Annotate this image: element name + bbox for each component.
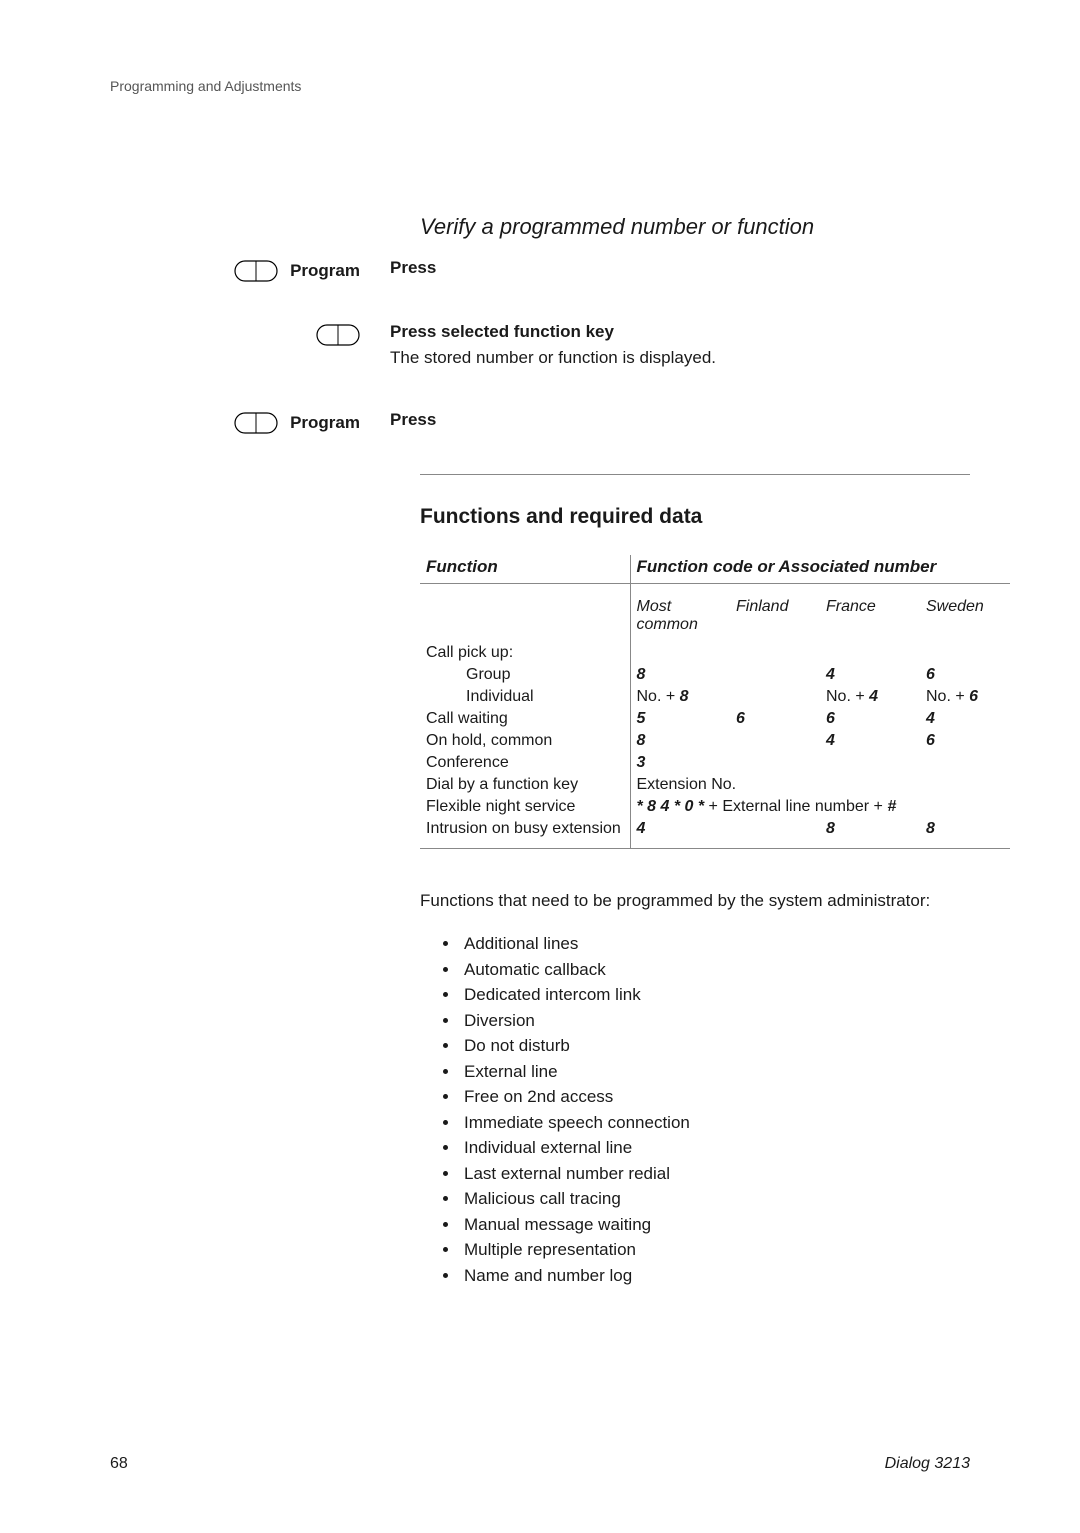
list-item: Dedicated intercom link — [460, 982, 970, 1008]
section-functions-title: Functions and required data — [420, 505, 970, 529]
code-val: 8 — [637, 732, 646, 749]
code-val: 6 — [826, 710, 835, 727]
subcol: Finland — [730, 583, 820, 642]
fn-label: Call pick up: — [420, 642, 630, 664]
verify-step: Press selected function key The stored n… — [110, 322, 970, 370]
fn-label: On hold, common — [420, 730, 630, 752]
table-row: On hold, common 8 4 6 — [420, 730, 1010, 752]
table-row: Individual No. + 8 No. + 4 No. + 6 — [420, 686, 1010, 708]
list-item: Immediate speech connection — [460, 1110, 970, 1136]
code-val: 6 — [926, 732, 935, 749]
step-right: Press — [390, 410, 970, 430]
table-row: Group 8 4 6 — [420, 664, 1010, 686]
section-verify-title: Verify a programmed number or function — [420, 214, 970, 240]
fn-label: Group — [420, 664, 630, 686]
table-row: Call waiting 5 6 6 4 — [420, 708, 1010, 730]
key-label: Program — [290, 413, 360, 433]
fn-label: Individual — [420, 686, 630, 708]
code-val: 4 — [826, 666, 835, 683]
code-code: * 8 4 * 0 * — [637, 798, 705, 815]
code-full: * 8 4 * 0 * + External line number + # — [630, 796, 1010, 818]
admin-paragraph: Functions that need to be programmed by … — [420, 889, 970, 914]
step-left: Program — [110, 258, 390, 282]
list-item: Last external number redial — [460, 1161, 970, 1187]
code-val: 5 — [637, 710, 646, 727]
code-val: 6 — [969, 688, 978, 705]
code-hash: # — [887, 798, 896, 815]
list-item: Additional lines — [460, 931, 970, 957]
function-key-icon — [316, 324, 360, 346]
fn-label: Conference — [420, 752, 630, 774]
verify-step: Program Press — [110, 258, 970, 282]
subhead-blank — [420, 583, 630, 642]
function-key-icon — [234, 260, 278, 282]
list-item: External line — [460, 1059, 970, 1085]
code-val: 4 — [926, 710, 935, 727]
subcol: Most common — [630, 583, 730, 642]
fn-label: Intrusion on busy extension — [420, 818, 630, 849]
table-row: Intrusion on busy extension 4 8 8 — [420, 818, 1010, 849]
list-item: Free on 2nd access — [460, 1084, 970, 1110]
step-right: Press selected function key The stored n… — [390, 322, 970, 370]
list-item: Individual external line — [460, 1135, 970, 1161]
functions-table: Function Function code or Associated num… — [420, 555, 970, 849]
table-row: Call pick up: — [420, 642, 1010, 664]
subcol: Sweden — [920, 583, 1010, 642]
list-item: Do not disturb — [460, 1033, 970, 1059]
code-full: Extension No. — [630, 774, 1010, 796]
instruction-bold: Press — [390, 410, 970, 430]
code-val: 4 — [869, 688, 878, 705]
verify-step: Program Press — [110, 410, 970, 434]
page-number: 68 — [110, 1455, 128, 1473]
step-left — [110, 322, 390, 346]
divider — [420, 474, 970, 475]
list-item: Automatic callback — [460, 957, 970, 983]
page: Programming and Adjustments Verify a pro… — [0, 0, 1080, 1533]
code-pre: No. + — [826, 688, 869, 705]
code-val: 6 — [926, 666, 935, 683]
th-code: Function code or Associated number — [630, 555, 1010, 584]
code-pre: No. + — [926, 688, 969, 705]
fn-label: Flexible night service — [420, 796, 630, 818]
instruction-bold: Press — [390, 258, 970, 278]
list-item: Multiple representation — [460, 1237, 970, 1263]
function-key-icon — [234, 412, 278, 434]
list-item: Malicious call tracing — [460, 1186, 970, 1212]
table: Function Function code or Associated num… — [420, 555, 1010, 849]
step-left: Program — [110, 410, 390, 434]
code-val: 8 — [826, 820, 835, 837]
code-val: 3 — [637, 754, 646, 771]
page-footer: 68 Dialog 3213 — [110, 1455, 970, 1473]
code-val: 4 — [637, 820, 646, 837]
code-val: 8 — [680, 688, 689, 705]
subcol: France — [820, 583, 920, 642]
table-row: Flexible night service * 8 4 * 0 * + Ext… — [420, 796, 1010, 818]
list-item: Name and number log — [460, 1263, 970, 1289]
admin-bullets: Additional lines Automatic callback Dedi… — [420, 931, 970, 1288]
fn-label: Call waiting — [420, 708, 630, 730]
content: Verify a programmed number or function P… — [110, 214, 970, 1288]
step-right: Press — [390, 258, 970, 278]
table-row: Conference 3 — [420, 752, 1010, 774]
fn-label: Dial by a function key — [420, 774, 630, 796]
code-suffix: + External line number + — [704, 798, 887, 815]
instruction-text: The stored number or function is display… — [390, 346, 970, 370]
th-function: Function — [420, 555, 630, 584]
code-val: 8 — [926, 820, 935, 837]
doc-name: Dialog 3213 — [885, 1455, 970, 1473]
code-val: 8 — [637, 666, 646, 683]
code-pre: No. + — [637, 688, 680, 705]
key-label: Program — [290, 261, 360, 281]
code-val: 4 — [826, 732, 835, 749]
list-item: Manual message waiting — [460, 1212, 970, 1238]
code-val: 6 — [736, 710, 745, 727]
list-item: Diversion — [460, 1008, 970, 1034]
instruction-bold: Press selected function key — [390, 322, 970, 342]
table-row: Dial by a function key Extension No. — [420, 774, 1010, 796]
page-header: Programming and Adjustments — [110, 78, 970, 94]
